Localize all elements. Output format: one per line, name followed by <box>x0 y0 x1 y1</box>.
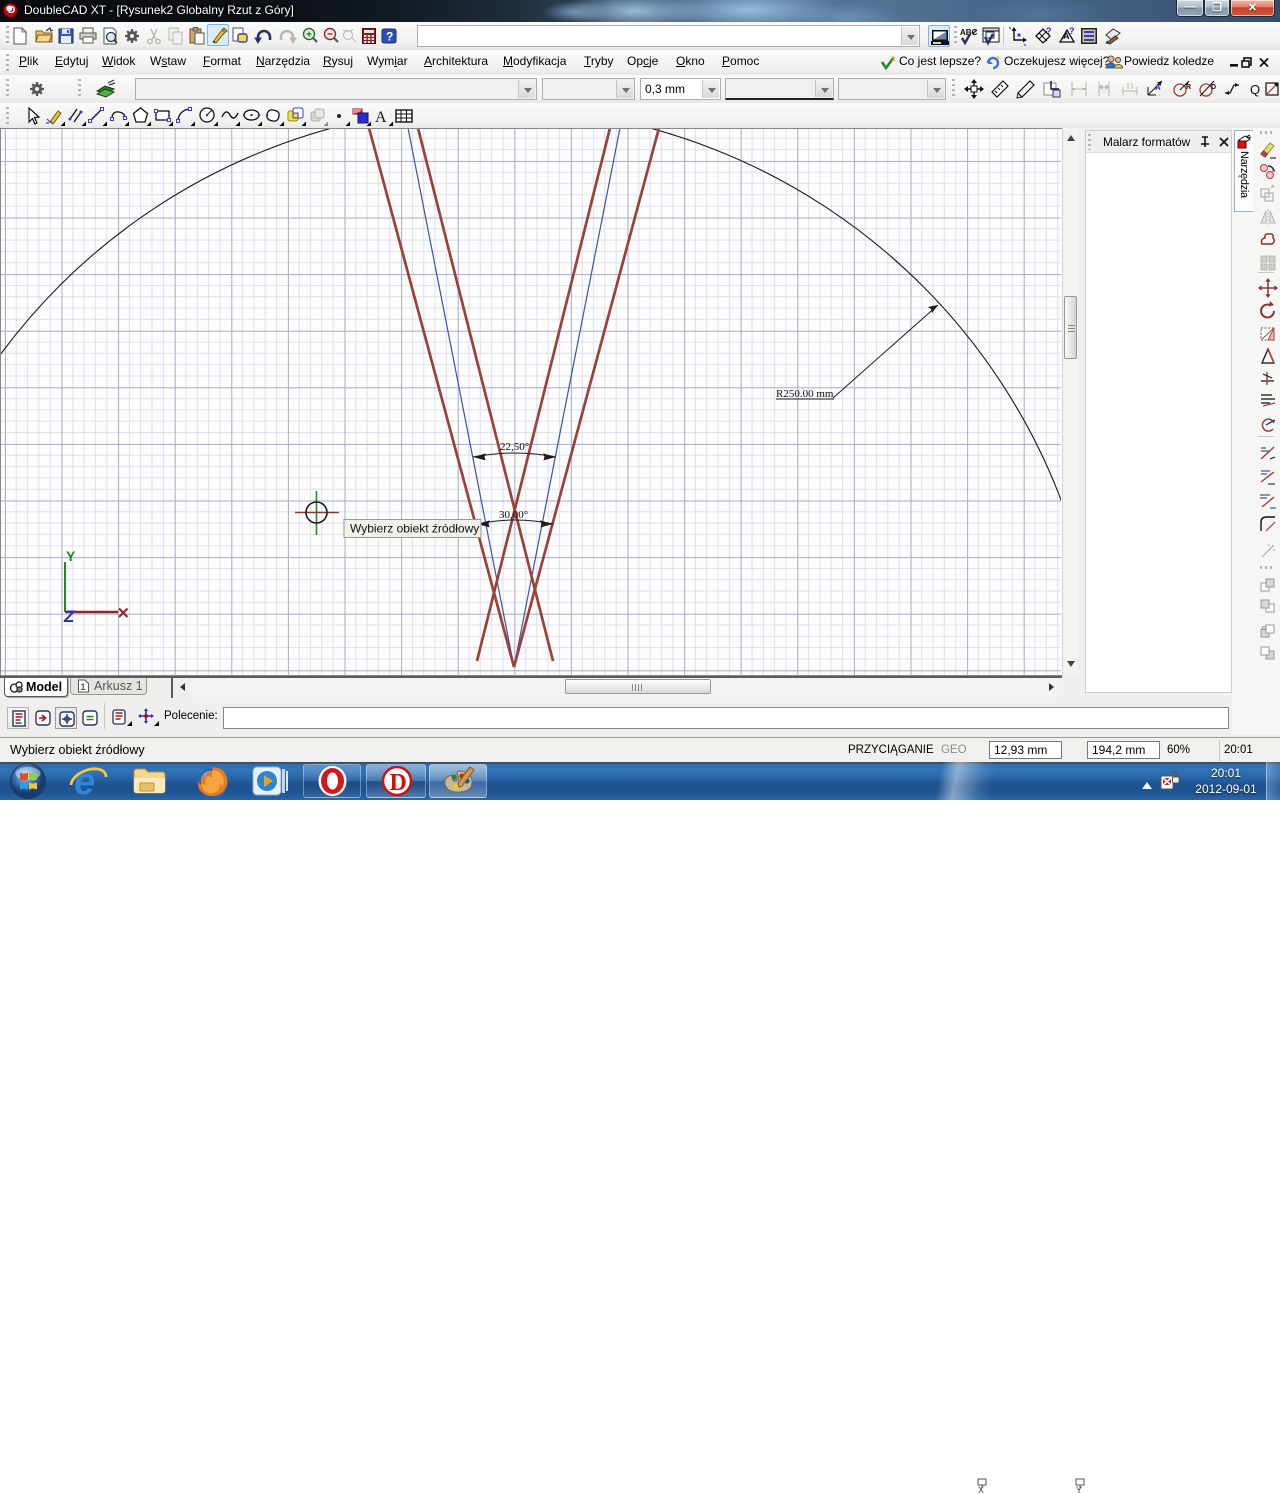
svg-text:30,00°: 30,00° <box>499 509 528 521</box>
svg-text:?: ? <box>1046 26 1052 36</box>
svg-text:Y: Y <box>1076 1485 1082 1494</box>
svg-text:?: ? <box>1069 26 1075 36</box>
svg-text:X: X <box>978 1485 984 1494</box>
svg-text:Q: Q <box>1250 82 1260 97</box>
svg-text:R250.00 mm: R250.00 mm <box>776 388 834 400</box>
svg-text:Z: Z <box>63 607 75 626</box>
svg-text:1: 1 <box>81 682 86 692</box>
svg-text:D: D <box>1211 84 1216 91</box>
svg-text:?: ? <box>386 30 393 44</box>
svg-text:A: A <box>375 109 387 126</box>
svg-text:Wybierz obiekt źródłowy: Wybierz obiekt źródłowy <box>350 522 479 536</box>
svg-text:Y: Y <box>66 548 76 564</box>
svg-text:D: D <box>390 770 407 796</box>
svg-text:R: R <box>1186 84 1191 91</box>
svg-text:A: A <box>1155 83 1161 92</box>
svg-text:22,50°: 22,50° <box>500 441 529 453</box>
